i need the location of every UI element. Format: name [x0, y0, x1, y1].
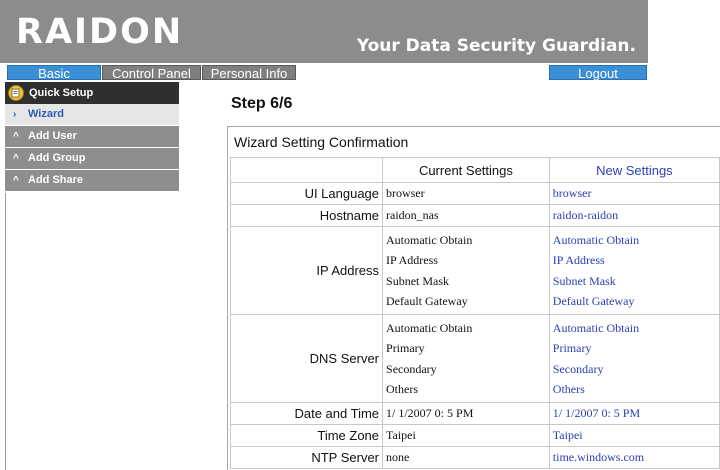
- new-value: Default Gateway: [552, 294, 635, 308]
- logout-button[interactable]: Logout: [549, 65, 647, 81]
- current-value: Default Gateway: [386, 294, 468, 308]
- new-value-cell: time.windows.com: [548, 446, 720, 469]
- confirmation-panel: Wizard Setting Confirmation Current Sett…: [227, 126, 720, 470]
- current-value-cell: raidon_nas: [382, 204, 550, 227]
- current-value: 1/ 1/2007 0: 5 PM: [386, 406, 474, 421]
- sidebar-item-add-share[interactable]: ^ Add Share: [5, 170, 179, 192]
- new-value: time.windows.com: [552, 450, 645, 465]
- current-value: Secondary: [386, 361, 437, 376]
- header-blank-cell: [229, 157, 384, 183]
- quick-setup-icon: [8, 85, 24, 101]
- page-title: Step 6/6: [231, 95, 293, 112]
- sidebar-section-quick-setup[interactable]: Quick Setup: [5, 82, 179, 104]
- current-value: Others: [386, 382, 419, 396]
- table-row: Date and Time 1/ 1/2007 0: 5 PM 1/ 1/2007 …: [229, 402, 720, 425]
- new-value: Others: [552, 382, 585, 396]
- chevron-right-icon: ›: [13, 109, 17, 120]
- table-row: DNS Server Automatic Obtain Primary Seconda…: [229, 314, 720, 403]
- current-value-cell: Automatic Obtain Primary Secondary Others: [382, 314, 550, 403]
- chevron-up-icon: ^: [13, 153, 19, 164]
- new-value-cell: Automatic Obtain Primary Secondary Others: [548, 314, 720, 403]
- setting-label: Hostname: [229, 204, 384, 227]
- table-row: Time Zone Taipei Taipei: [229, 424, 720, 447]
- new-value: Taipei: [552, 428, 583, 443]
- new-value: Automatic Obtain: [552, 232, 640, 247]
- current-value-cell: Taipei: [382, 424, 550, 447]
- current-value: Automatic Obtain: [386, 320, 473, 335]
- column-header-new: New Settings: [548, 157, 720, 183]
- sidebar-item-label: Add User: [28, 130, 77, 142]
- tagline: Your Data Security Guardian.: [356, 36, 636, 56]
- new-value: IP Address: [552, 253, 605, 267]
- current-value: IP Address: [386, 253, 438, 267]
- tab-personal-info[interactable]: Personal Info: [202, 65, 296, 81]
- current-value: raidon_nas: [386, 208, 439, 223]
- setting-label: Date and Time: [229, 402, 384, 425]
- chevron-up-icon: ^: [13, 131, 19, 142]
- settings-table: Current Settings New Settings UI Languag…: [229, 157, 720, 469]
- new-value-cell: browser: [548, 182, 720, 205]
- current-value-cell: none: [382, 446, 550, 469]
- new-value: raidon-raidon: [552, 208, 619, 223]
- app-header: RAIDON Your Data Security Guardian.: [0, 0, 648, 63]
- new-value: Subnet Mask: [552, 273, 616, 288]
- table-row: UI Language browser browser: [229, 182, 720, 205]
- raidon-logo: RAIDON: [16, 12, 184, 52]
- table-row: IP Address Automatic Obtain IP Address Subn…: [229, 226, 720, 315]
- current-value: none: [386, 450, 410, 465]
- column-header-current: Current Settings: [382, 157, 550, 183]
- sidebar-section-label: Quick Setup: [29, 87, 94, 99]
- sidebar-item-label: Add Share: [28, 174, 84, 186]
- chevron-up-icon: ^: [13, 175, 19, 186]
- new-value-cell: raidon-raidon: [548, 204, 720, 227]
- new-value: Primary: [552, 341, 592, 355]
- new-value: Automatic Obtain: [552, 320, 640, 335]
- table-header-row: Current Settings New Settings: [229, 157, 720, 183]
- setting-label: NTP Server: [229, 446, 384, 469]
- sidebar-divider: [5, 193, 6, 470]
- new-value: browser: [552, 186, 592, 201]
- current-value: Subnet Mask: [386, 273, 450, 288]
- current-value-cell: 1/ 1/2007 0: 5 PM: [382, 402, 550, 425]
- sidebar-item-add-user[interactable]: ^ Add User: [5, 126, 179, 148]
- setting-label: DNS Server: [229, 314, 384, 403]
- setting-label: UI Language: [229, 182, 384, 205]
- current-value: Automatic Obtain: [386, 232, 473, 247]
- current-value: Primary: [386, 341, 425, 355]
- current-value: browser: [386, 186, 425, 201]
- current-value-cell: browser: [382, 182, 550, 205]
- panel-title: Wizard Setting Confirmation: [234, 134, 409, 150]
- tab-control-panel[interactable]: Control Panel: [102, 65, 201, 81]
- tab-basic[interactable]: Basic: [7, 65, 101, 81]
- setting-label: IP Address: [229, 226, 384, 315]
- new-value-cell: Taipei: [548, 424, 720, 447]
- sidebar-item-label: Wizard: [28, 108, 64, 120]
- current-value: Taipei: [386, 428, 416, 443]
- new-value-cell: Automatic Obtain IP Address Subnet Mask Def…: [548, 226, 720, 315]
- new-value: Secondary: [552, 361, 604, 376]
- sidebar-item-wizard[interactable]: › Wizard: [5, 104, 179, 126]
- current-value-cell: Automatic Obtain IP Address Subnet Mask Def…: [382, 226, 550, 315]
- table-row: Hostname raidon_nas raidon-raidon: [229, 204, 720, 227]
- new-value-cell: 1/ 1/2007 0: 5 PM: [548, 402, 720, 425]
- table-row: NTP Server none time.windows.com: [229, 446, 720, 469]
- sidebar-item-add-group[interactable]: ^ Add Group: [5, 148, 179, 170]
- sidebar: Quick Setup › Wizard ^ Add User ^ Add Gr…: [5, 82, 179, 192]
- sidebar-item-label: Add Group: [28, 152, 86, 164]
- setting-label: Time Zone: [229, 424, 384, 447]
- new-value: 1/ 1/2007 0: 5 PM: [552, 406, 641, 421]
